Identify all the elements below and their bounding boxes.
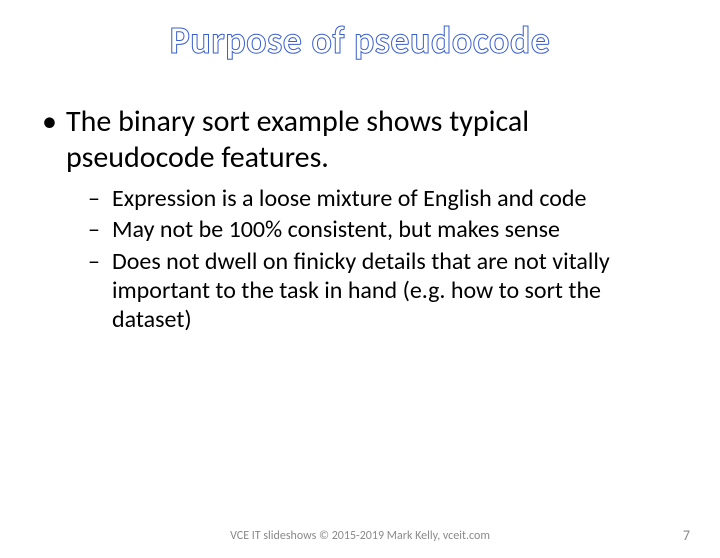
slide-title: Purpose of pseudocode <box>0 18 720 64</box>
list-item: Does not dwell on finicky details that a… <box>84 247 684 335</box>
bullet-list-level1: The binary sort example shows typical ps… <box>36 104 684 334</box>
bullet-sub-text: Does not dwell on finicky details that a… <box>112 247 610 335</box>
slide-content: The binary sort example shows typical ps… <box>36 104 684 334</box>
bullet-list-level2: Expression is a loose mixture of English… <box>66 184 684 334</box>
list-item: May not be 100% consistent, but makes se… <box>84 215 684 244</box>
slide-footer: VCE IT slideshows © 2015-2019 Mark Kelly… <box>0 527 720 544</box>
bullet-sub-text: Expression is a loose mixture of English… <box>112 184 586 213</box>
list-item: The binary sort example shows typical ps… <box>36 104 684 334</box>
bullet-sub-text: May not be 100% consistent, but makes se… <box>112 215 560 244</box>
bullet-main-text: The binary sort example shows typical ps… <box>66 103 529 176</box>
page-number: 7 <box>683 527 690 544</box>
list-item: Expression is a loose mixture of English… <box>84 184 684 213</box>
footer-credit: VCE IT slideshows © 2015-2019 Mark Kelly… <box>230 529 490 543</box>
